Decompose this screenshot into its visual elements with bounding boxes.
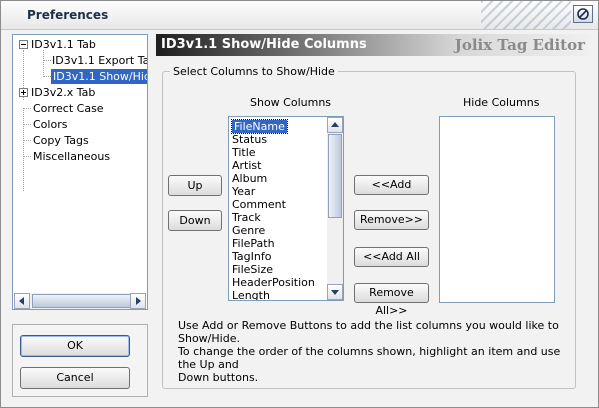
tree-horizontal-scrollbar[interactable] (14, 293, 146, 309)
instructions-line: Use Add or Remove Buttons to add the lis… (178, 319, 559, 345)
scroll-thumb[interactable] (32, 294, 132, 308)
add-button[interactable]: <<Add (354, 175, 429, 195)
instructions-line: To change the order of the columns shown… (178, 345, 561, 371)
section-title: ID3v1.1 Show/Hide Columns (161, 37, 367, 52)
show-columns-scrollbar[interactable] (327, 117, 343, 300)
tree-item-id3v1-export-tag[interactable]: ID3v1.1 Export Tag (52, 53, 147, 68)
tree-connector (43, 50, 44, 77)
list-item[interactable]: HeaderPosition (232, 276, 315, 289)
add-all-button[interactable]: <<Add All (354, 247, 429, 267)
arrow-down-icon (331, 290, 339, 295)
remove-all-button[interactable]: Remove All>> (354, 283, 429, 317)
close-button[interactable] (573, 5, 593, 23)
list-item[interactable]: Year (232, 185, 255, 198)
window-title: Preferences (27, 8, 109, 22)
section-header: ID3v1.1 Show/Hide Columns Jolix Tag Edit… (156, 34, 591, 56)
list-item[interactable]: Track (232, 211, 261, 224)
scroll-down-button[interactable] (327, 284, 343, 300)
tree-connector (43, 60, 51, 61)
scroll-right-button[interactable] (130, 293, 146, 309)
tree-item-copy-tags[interactable]: Copy Tags (33, 133, 89, 148)
tree-item-colors[interactable]: Colors (33, 117, 67, 132)
title-bar[interactable]: Preferences (1, 1, 598, 30)
list-item[interactable]: Album (232, 172, 267, 185)
list-item[interactable]: TagInfo (232, 250, 271, 263)
ok-button[interactable]: OK (20, 335, 130, 357)
arrow-left-icon (19, 297, 24, 305)
tree-connector (23, 108, 24, 191)
preferences-tree[interactable]: ID3v1.1 Tab ID3v1.1 Export Tag ID3v1.1 S… (12, 34, 148, 310)
group-legend: Select Columns to Show/Hide (170, 65, 338, 78)
show-columns-list[interactable]: FileName Status Title Artist Album Year … (228, 116, 344, 301)
tree-connector (23, 140, 31, 141)
tree-connector (43, 76, 51, 77)
hide-columns-label: Hide Columns (463, 96, 540, 109)
tree-connector (23, 108, 31, 109)
list-item[interactable]: FileName (231, 119, 288, 134)
close-icon (577, 8, 589, 20)
title-decoration (481, 1, 571, 29)
instructions-line: Down buttons. (178, 371, 259, 384)
tree-item-id3v2-tab[interactable]: ID3v2.x Tab (31, 85, 95, 100)
scroll-thumb[interactable] (328, 134, 342, 218)
list-item[interactable]: Length (232, 289, 270, 300)
collapse-toggle-icon[interactable] (19, 40, 28, 49)
expand-toggle-icon[interactable] (19, 88, 28, 97)
list-item[interactable]: Title (232, 146, 256, 159)
scroll-left-button[interactable] (14, 293, 30, 309)
cancel-button[interactable]: Cancel (20, 367, 130, 389)
scroll-up-button[interactable] (327, 117, 343, 133)
tree-item-miscellaneous[interactable]: Miscellaneous (33, 149, 110, 164)
list-item[interactable]: Genre (232, 224, 265, 237)
up-button[interactable]: Up (168, 175, 222, 196)
dialog-buttons-panel: OK Cancel (12, 324, 148, 397)
tree-connector (23, 124, 31, 125)
tree-connector (23, 156, 31, 157)
instructions-text: Use Add or Remove Buttons to add the lis… (178, 319, 570, 384)
tree-item-id3v1-show-hide[interactable]: ID3v1.1 Show/Hide (51, 69, 147, 84)
list-item[interactable]: Comment (232, 198, 286, 211)
remove-button[interactable]: Remove>> (354, 210, 429, 230)
preferences-window: Preferences ID3v1.1 Tab ID3v1.1 Export T… (0, 0, 599, 408)
arrow-right-icon (136, 297, 141, 305)
list-item[interactable]: FileSize (232, 263, 273, 276)
list-item[interactable]: Artist (232, 159, 261, 172)
down-button[interactable]: Down (168, 210, 222, 231)
brand-label: Jolix Tag Editor (454, 36, 585, 54)
show-columns-label: Show Columns (250, 96, 332, 109)
list-item[interactable]: FilePath (232, 237, 275, 250)
arrow-up-icon (331, 122, 339, 127)
tree-item-correct-case[interactable]: Correct Case (33, 101, 104, 116)
list-item[interactable]: Status (232, 133, 267, 146)
hide-columns-list[interactable] (439, 116, 555, 303)
tree-item-id3v1-tab[interactable]: ID3v1.1 Tab (31, 37, 96, 52)
